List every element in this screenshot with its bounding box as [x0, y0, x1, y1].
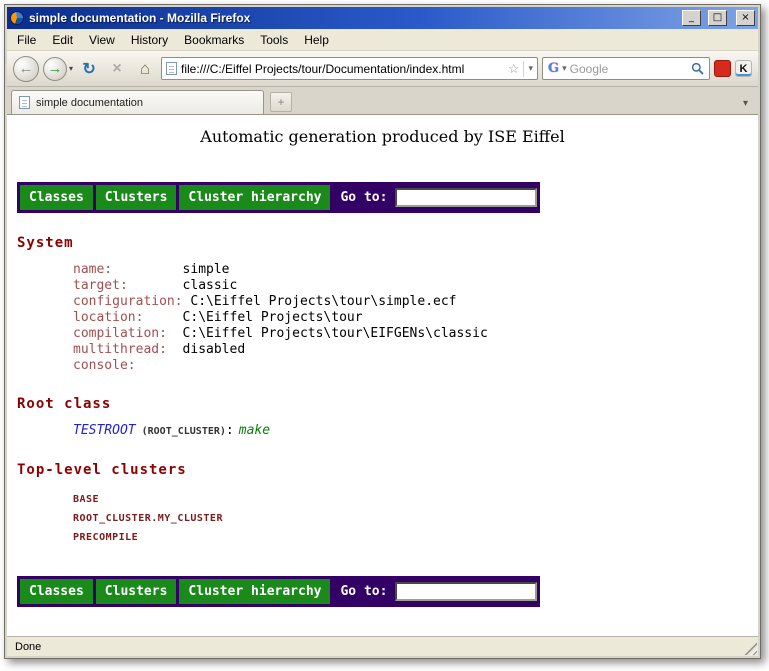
cluster-link-precompile[interactable]: PRECOMPILE — [73, 532, 138, 543]
stop-button[interactable]: × — [105, 57, 129, 81]
page-heading: Automatic generation produced by ISE Eif… — [7, 127, 758, 146]
menu-view[interactable]: View — [81, 30, 123, 50]
tab-simple-documentation[interactable]: simple documentation — [11, 90, 264, 114]
root-class-line: TESTROOT (ROOT_CLUSTER): make — [73, 423, 758, 440]
goto-input[interactable] — [395, 188, 537, 207]
cluster-link-root-cluster[interactable]: ROOT_CLUSTER.MY_CLUSTER — [73, 513, 223, 524]
page-content: Automatic generation produced by ISE Eif… — [7, 115, 758, 636]
root-cluster-link[interactable]: (ROOT_CLUSTER) — [142, 426, 226, 437]
desktop: { "window": { "title": "simple documenta… — [0, 0, 769, 671]
menu-file[interactable]: File — [9, 30, 44, 50]
system-row-multithread: multithread: disabled — [73, 342, 758, 358]
system-row-label: name: — [73, 262, 175, 278]
search-engine-dropdown-icon[interactable]: ▾ — [562, 63, 567, 74]
tab-label: simple documentation — [36, 97, 143, 109]
back-button[interactable]: ← — [13, 56, 39, 82]
close-button[interactable]: × — [736, 10, 755, 26]
menu-history[interactable]: History — [123, 30, 176, 50]
system-heading: System — [17, 235, 758, 251]
cluster-hierarchy-button-bottom[interactable]: Cluster hierarchy — [179, 579, 330, 604]
titlebar[interactable]: simple documentation - Mozilla Firefox _… — [7, 7, 758, 29]
system-row-name: name: simple — [73, 262, 758, 278]
window-title: simple documentation - Mozilla Firefox — [29, 11, 675, 25]
goto-label: Go to: — [340, 190, 387, 205]
menubar: File Edit View History Bookmarks Tools H… — [7, 29, 758, 51]
root-separator: : — [226, 423, 234, 438]
classes-button[interactable]: Classes — [20, 185, 93, 210]
system-row-label: multithread: — [73, 342, 175, 358]
home-button[interactable]: ⌂ — [133, 57, 157, 81]
firefox-icon — [10, 11, 24, 25]
tab-bar: simple documentation + ▾ — [7, 87, 758, 115]
maximize-button[interactable]: □ — [708, 10, 727, 26]
cluster-item: BASE — [73, 489, 758, 508]
classes-button-bottom[interactable]: Classes — [20, 579, 93, 604]
system-row-value: C:\Eiffel Projects\tour\simple.ecf — [190, 294, 456, 309]
root-class-link[interactable]: TESTROOT — [73, 423, 136, 438]
bookmark-star-icon[interactable]: ☆ — [508, 61, 520, 77]
menu-tools[interactable]: Tools — [252, 30, 296, 50]
goto-label-bottom: Go to: — [340, 584, 387, 599]
urlbar-divider — [523, 61, 524, 77]
google-engine-icon[interactable]: G — [548, 61, 559, 76]
root-class-heading: Root class — [17, 396, 758, 412]
cluster-hierarchy-button[interactable]: Cluster hierarchy — [179, 185, 330, 210]
refresh-button[interactable]: ↻ — [77, 57, 101, 81]
system-row-value: classic — [183, 278, 238, 293]
url-bar[interactable]: ☆ ▾ — [161, 57, 538, 80]
creation-procedure-link[interactable]: make — [239, 423, 270, 438]
system-row-value: C:\Eiffel Projects\tour — [183, 310, 363, 325]
system-row-value: simple — [183, 262, 230, 277]
system-row-label: target: — [73, 278, 175, 294]
search-box[interactable]: G ▾ — [542, 57, 710, 80]
menu-help[interactable]: Help — [296, 30, 337, 50]
clusters-button[interactable]: Clusters — [96, 185, 177, 210]
system-row-console: console: — [73, 358, 758, 374]
menu-bookmarks[interactable]: Bookmarks — [176, 30, 252, 50]
system-row-target: target: classic — [73, 278, 758, 294]
status-text: Done — [15, 641, 41, 653]
tab-page-icon — [19, 96, 30, 109]
search-icon[interactable] — [691, 62, 704, 75]
system-row-label: console: — [73, 358, 175, 374]
extension-icon-red[interactable] — [714, 60, 731, 77]
cluster-link-base[interactable]: BASE — [73, 494, 99, 505]
new-tab-button[interactable]: + — [270, 92, 292, 112]
goto-input-bottom[interactable] — [395, 582, 537, 601]
status-bar: Done — [7, 636, 758, 656]
forward-button[interactable]: → — [43, 57, 67, 81]
minimize-button[interactable]: _ — [682, 10, 701, 26]
clusters-heading: Top-level clusters — [17, 462, 758, 478]
system-row-value: C:\Eiffel Projects\tour\EIFGENs\classic — [183, 326, 488, 341]
doc-navbar-bottom: Classes Clusters Cluster hierarchy Go to… — [17, 576, 540, 607]
system-row-label: location: — [73, 310, 175, 326]
cluster-item: PRECOMPILE — [73, 527, 758, 546]
page-favicon — [166, 62, 177, 75]
firefox-window: simple documentation - Mozilla Firefox _… — [4, 4, 761, 659]
system-row-label: configuration: — [73, 294, 183, 310]
system-row-value: disabled — [183, 342, 246, 357]
system-row-location: location: C:\Eiffel Projects\tour — [73, 310, 758, 326]
system-row-label: compilation: — [73, 326, 175, 342]
doc-navbar-top: Classes Clusters Cluster hierarchy Go to… — [17, 182, 540, 213]
resize-grip[interactable] — [744, 642, 757, 655]
search-input[interactable] — [570, 62, 688, 76]
menu-edit[interactable]: Edit — [44, 30, 81, 50]
forward-history-dropdown-icon[interactable]: ▾ — [69, 64, 73, 73]
navigation-toolbar: ← → ▾ ↻ × ⌂ ☆ ▾ G ▾ K — [7, 51, 758, 87]
system-row-compilation: compilation: C:\Eiffel Projects\tour\EIFG… — [73, 326, 758, 342]
clusters-button-bottom[interactable]: Clusters — [96, 579, 177, 604]
extension-icon-k[interactable]: K — [735, 60, 752, 77]
list-all-tabs-button[interactable]: ▾ — [737, 98, 754, 109]
url-history-dropdown-icon[interactable]: ▾ — [528, 63, 533, 74]
url-input[interactable] — [181, 62, 504, 76]
system-row-configuration: configuration: C:\Eiffel Projects\tour\si… — [73, 294, 758, 310]
cluster-item: ROOT_CLUSTER.MY_CLUSTER — [73, 508, 758, 527]
